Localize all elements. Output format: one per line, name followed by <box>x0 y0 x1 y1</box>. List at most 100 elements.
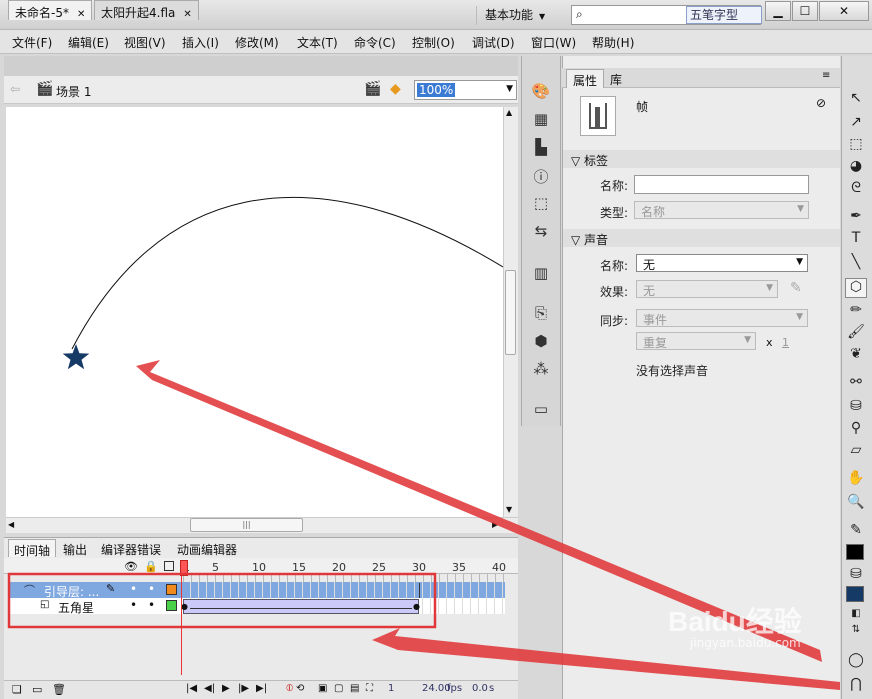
menu-window[interactable]: 窗口(W) <box>531 34 576 51</box>
menu-view[interactable]: 视图(V) <box>124 34 166 51</box>
panel-menu-icon[interactable]: ≡ <box>822 70 830 81</box>
motion-presets-icon[interactable]: ⁂ <box>530 360 552 380</box>
selection-tool-icon[interactable]: ↖ <box>845 90 867 110</box>
eraser-tool-icon[interactable]: ▱ <box>845 442 867 462</box>
stroke-color-swatch[interactable] <box>846 544 864 560</box>
close-button[interactable]: ✕ <box>819 1 869 21</box>
tab-library[interactable]: 库 <box>604 69 628 88</box>
stage-canvas[interactable] <box>6 107 503 517</box>
close-icon[interactable]: ✕ <box>77 9 85 20</box>
color-palette-icon[interactable]: 🎨 <box>530 82 552 102</box>
snap-icon[interactable]: ⋂ <box>845 676 867 696</box>
library-icon[interactable]: ▥ <box>530 264 552 284</box>
tab-properties[interactable]: 属性 <box>566 69 605 88</box>
swatches-icon[interactable]: ▦ <box>530 110 552 130</box>
zoom-tool-icon[interactable]: 🔍 <box>845 494 867 514</box>
transform-icon[interactable]: ⬚ <box>530 194 552 214</box>
eye-icon[interactable]: 👁 <box>124 560 138 573</box>
pencil-tool-icon[interactable]: ✏ <box>845 302 867 322</box>
delete-icon[interactable]: 🗑 <box>52 683 66 696</box>
onion-outline-icon[interactable]: ▢ <box>334 683 343 694</box>
menu-commands[interactable]: 命令(C) <box>354 34 396 51</box>
polystar-tool-icon[interactable]: ⬡ <box>845 278 867 298</box>
minimize-button[interactable]: ▁ <box>765 1 791 21</box>
scene-panel-icon[interactable]: ▭ <box>530 400 552 420</box>
section-label[interactable]: ▽ 标签 <box>563 150 840 168</box>
components-icon[interactable]: ⬢ <box>530 332 552 352</box>
scroll-left-icon[interactable]: ◀ <box>8 520 14 529</box>
menu-debug[interactable]: 调试(D) <box>472 34 515 51</box>
back-arrow-icon[interactable]: ⇦ <box>10 82 20 96</box>
loop-icon[interactable]: ⟲ <box>296 683 304 694</box>
align-icon[interactable]: ▙ <box>530 138 552 158</box>
menu-insert[interactable]: 插入(I) <box>182 34 219 51</box>
edit-scene-icon[interactable]: 🎬 <box>364 81 381 97</box>
ime-indicator[interactable]: 五笔字型 <box>686 6 762 24</box>
last-frame-icon[interactable]: ▶| <box>256 683 267 694</box>
lock-dot[interactable]: • <box>148 582 155 596</box>
visible-dot[interactable]: • <box>130 598 137 612</box>
deco-tool-icon[interactable]: ❦ <box>845 346 867 366</box>
bone-tool-icon[interactable]: ⚯ <box>845 374 867 394</box>
layer-name[interactable]: 引导层: ... <box>44 583 99 600</box>
swap-colors-icon[interactable]: ⇅ <box>845 624 867 644</box>
first-frame-icon[interactable]: |◀ <box>186 683 197 694</box>
menu-control[interactable]: 控制(O) <box>412 34 455 51</box>
subselection-tool-icon[interactable]: ↗ <box>845 114 867 134</box>
next-frame-icon[interactable]: |▶ <box>238 683 249 694</box>
close-icon[interactable]: ✕ <box>183 9 191 20</box>
repeat-count[interactable]: 1 <box>782 336 789 349</box>
frame-name-input[interactable] <box>634 175 809 194</box>
center-frame-icon[interactable]: ⦶ <box>286 683 293 694</box>
menu-help[interactable]: 帮助(H) <box>592 34 634 51</box>
effect-select[interactable]: 无 ▼ <box>636 280 778 298</box>
onion-skin-icon[interactable]: ▣ <box>318 683 327 694</box>
fill-color-swatch[interactable] <box>846 586 864 602</box>
vscroll-thumb[interactable] <box>505 270 516 355</box>
layer-color-swatch[interactable] <box>166 600 177 611</box>
tab-timeline[interactable]: 时间轴 <box>8 539 57 558</box>
section-sound[interactable]: ▽ 声音 <box>563 229 840 247</box>
edit-symbol-icon[interactable]: ◆ <box>390 81 401 97</box>
prev-frame-icon[interactable]: ◀| <box>204 683 215 694</box>
scroll-down-icon[interactable]: ▼ <box>506 505 512 514</box>
onion-markers-icon[interactable]: ⛶ <box>366 683 373 694</box>
zoom-select[interactable]: 100% ▼ <box>414 80 517 100</box>
playhead[interactable] <box>180 560 188 576</box>
hscroll-thumb[interactable]: ||| <box>190 518 303 532</box>
edit-instance-icon[interactable]: ⊘ <box>816 96 826 110</box>
menu-modify[interactable]: 修改(M) <box>235 34 279 51</box>
maximize-button[interactable]: ☐ <box>792 1 818 21</box>
new-layer-icon[interactable]: ❏ <box>12 683 22 696</box>
eyedropper-tool-icon[interactable]: ⚲ <box>845 420 867 440</box>
keyframe-dot[interactable]: ● <box>413 602 420 611</box>
text-tool-icon[interactable]: T <box>845 230 867 250</box>
fill-color-icon[interactable]: ⛁ <box>845 566 867 586</box>
menu-text[interactable]: 文本(T) <box>297 34 338 51</box>
guide-frame-span[interactable] <box>184 583 420 598</box>
free-transform-tool-icon[interactable]: ⬚ <box>845 136 867 156</box>
tab-output[interactable]: 输出 <box>58 539 92 557</box>
edit-envelope-icon[interactable]: ✎ <box>790 280 802 296</box>
type-select[interactable]: 名称 ▼ <box>634 201 809 219</box>
current-frame[interactable]: 1 <box>388 683 394 694</box>
layer-name[interactable]: 五角星 <box>58 599 94 616</box>
sound-name-select[interactable]: 无 ▼ <box>636 254 808 272</box>
layer-color-swatch[interactable] <box>166 584 177 595</box>
3d-rotation-tool-icon[interactable]: ◕ <box>845 158 867 178</box>
tab-compiler-errors[interactable]: 编译器错误 <box>96 539 166 557</box>
repeat-select[interactable]: 重复 ▼ <box>636 332 756 350</box>
info-icon[interactable]: ⓘ <box>530 166 552 186</box>
lock-dot[interactable]: • <box>148 598 155 612</box>
code-snippets-icon[interactable]: ⇆ <box>530 222 552 242</box>
stroke-color-icon[interactable]: ✎ <box>845 522 867 542</box>
tab-untitled-5[interactable]: 未命名-5* ✕ <box>8 0 93 20</box>
pen-tool-icon[interactable]: ✒ <box>845 208 867 228</box>
actions-icon[interactable]: ⎘ <box>530 304 552 324</box>
menu-edit[interactable]: 编辑(E) <box>68 34 109 51</box>
line-tool-icon[interactable]: ╲ <box>845 254 867 274</box>
paint-bucket-tool-icon[interactable]: ⛁ <box>845 398 867 418</box>
tab-sunrise[interactable]: 太阳升起4.fla ✕ <box>94 0 199 20</box>
new-folder-icon[interactable]: ▭ <box>32 683 42 696</box>
scroll-right-icon[interactable]: ▶ <box>492 520 498 529</box>
